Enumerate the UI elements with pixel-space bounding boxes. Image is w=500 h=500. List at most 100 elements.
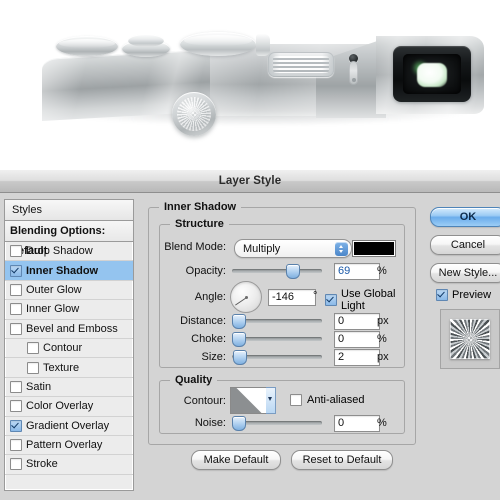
chevron-updown-icon — [335, 241, 348, 256]
opacity-slider[interactable] — [232, 264, 322, 279]
quality-section: Quality Contour: Anti-aliased Noise: 0 % — [159, 374, 405, 434]
camera-viewfinder-highlight — [417, 63, 447, 87]
structure-section: Structure Blend Mode: Multiply Opacity: — [159, 218, 405, 368]
angle-dial[interactable] — [230, 281, 262, 313]
cancel-button[interactable]: Cancel — [430, 235, 500, 255]
opacity-unit: % — [377, 265, 387, 277]
blend-mode-value: Multiply — [243, 242, 281, 255]
style-checkbox-contour[interactable] — [27, 342, 39, 355]
choke-slider-thumb[interactable] — [232, 332, 246, 347]
style-row-label: Texture — [43, 361, 80, 374]
make-default-button[interactable]: Make Default — [191, 450, 281, 470]
style-row-label: Color Overlay — [26, 400, 94, 413]
blend-color-swatch[interactable] — [352, 240, 396, 257]
inner-shadow-section-title: Inner Shadow — [159, 201, 242, 213]
noise-label: Noise: — [194, 417, 226, 429]
style-row-pattern-overlay[interactable]: Pattern Overlay — [5, 436, 133, 456]
preview-thumbnail-image — [450, 319, 490, 359]
style-checkbox-bevel-and-emboss[interactable] — [10, 322, 22, 335]
camera-render-artwork — [0, 0, 500, 170]
style-row-label: Outer Glow — [26, 283, 82, 296]
blend-mode-label: Blend Mode: — [164, 241, 226, 253]
inner-shadow-section: Inner Shadow Structure Blend Mode: Multi… — [148, 201, 416, 470]
use-global-light-checkbox[interactable] — [325, 294, 337, 306]
noise-slider-thumb[interactable] — [232, 416, 246, 431]
style-checkbox-outer-glow[interactable] — [10, 283, 22, 296]
style-checkbox-inner-shadow[interactable] — [10, 264, 22, 277]
angle-unit: ° — [313, 290, 318, 302]
anti-aliased-label: Anti-aliased — [307, 394, 365, 406]
camera-dial-left-icon — [56, 36, 118, 56]
distance-slider-thumb[interactable] — [232, 314, 246, 329]
contour-dropdown-button[interactable] — [266, 387, 276, 414]
choke-slider[interactable] — [232, 332, 322, 347]
ok-button[interactable]: OK — [430, 207, 500, 227]
styles-panel-header[interactable]: Styles — [5, 200, 133, 221]
contour-curve-icon — [231, 388, 267, 413]
camera-pin-icon — [349, 61, 358, 85]
style-checkbox-stroke[interactable] — [10, 458, 22, 471]
angle-input[interactable]: -146 — [268, 289, 316, 306]
dialog-body: Styles Blending Options: Default Drop Sh… — [0, 193, 500, 500]
blending-options-row[interactable]: Blending Options: Default — [5, 221, 133, 257]
style-checkbox-drop-shadow[interactable] — [10, 245, 22, 258]
distance-slider[interactable] — [232, 314, 322, 329]
layer-style-dialog: Layer Style Styles Blending Options: Def… — [0, 170, 500, 500]
contour-label: Contour: — [183, 395, 226, 407]
preview-row[interactable]: Preview — [436, 289, 491, 301]
distance-unit: px — [377, 315, 389, 327]
choke-unit: % — [377, 333, 387, 345]
angle-label: Angle: — [194, 291, 226, 303]
style-row-label: Drop Shadow — [26, 245, 93, 258]
camera-viewfinder — [393, 46, 471, 102]
size-input[interactable]: 2 — [334, 349, 380, 366]
reset-to-default-button[interactable]: Reset to Default — [291, 450, 393, 470]
anti-aliased-row[interactable]: Anti-aliased — [290, 394, 364, 406]
choke-label: Choke: — [191, 333, 226, 345]
camera-dial-right-icon — [180, 32, 256, 56]
style-checkbox-gradient-overlay[interactable] — [10, 419, 22, 432]
style-row-label: Contour — [43, 342, 83, 355]
camera-illustration — [40, 28, 484, 136]
quality-section-title: Quality — [170, 374, 218, 386]
use-global-light-label: Use Global Light — [341, 288, 396, 312]
style-preview-thumbnail — [440, 309, 500, 369]
distance-input[interactable]: 0 — [334, 313, 380, 330]
choke-input[interactable]: 0 — [334, 331, 380, 348]
style-checkbox-satin[interactable] — [10, 380, 22, 393]
camera-shutter-knob-icon — [172, 92, 216, 136]
size-slider[interactable] — [232, 350, 322, 365]
opacity-slider-thumb[interactable] — [285, 264, 300, 279]
size-slider-thumb[interactable] — [232, 350, 247, 365]
size-unit: px — [377, 351, 389, 363]
style-checkbox-pattern-overlay[interactable] — [10, 439, 22, 452]
style-row-label: Inner Glow — [26, 303, 80, 316]
structure-section-title: Structure — [170, 218, 229, 230]
blend-mode-select[interactable]: Multiply — [234, 239, 352, 258]
style-checkbox-inner-glow[interactable] — [10, 303, 22, 316]
size-label: Size: — [201, 351, 226, 363]
opacity-label: Opacity: — [185, 265, 226, 277]
noise-slider[interactable] — [232, 416, 322, 431]
style-row-label: Stroke — [26, 458, 58, 471]
opacity-input[interactable]: 69 — [334, 263, 380, 280]
contour-preset-swatch[interactable] — [230, 387, 268, 414]
dialog-titlebar: Layer Style — [0, 170, 500, 193]
preview-label: Preview — [452, 289, 492, 301]
distance-label: Distance: — [180, 315, 226, 327]
use-global-light-row[interactable]: Use Global Light — [325, 288, 404, 312]
noise-input[interactable]: 0 — [334, 415, 380, 432]
new-style-button[interactable]: New Style... — [430, 263, 500, 283]
preview-checkbox[interactable] — [436, 289, 448, 301]
style-checkbox-texture[interactable] — [27, 361, 39, 374]
camera-grille-icon — [268, 52, 334, 77]
style-row-label: Pattern Overlay — [26, 439, 103, 452]
anti-aliased-checkbox[interactable] — [290, 394, 302, 406]
opacity-slider-track — [232, 269, 322, 273]
noise-unit: % — [377, 417, 387, 429]
style-row-label: Satin — [26, 380, 52, 393]
style-checkbox-color-overlay[interactable] — [10, 400, 22, 413]
style-row-stroke[interactable]: Stroke — [5, 455, 133, 475]
camera-viewfinder-inner — [403, 54, 461, 94]
dialog-title: Layer Style — [218, 175, 282, 187]
